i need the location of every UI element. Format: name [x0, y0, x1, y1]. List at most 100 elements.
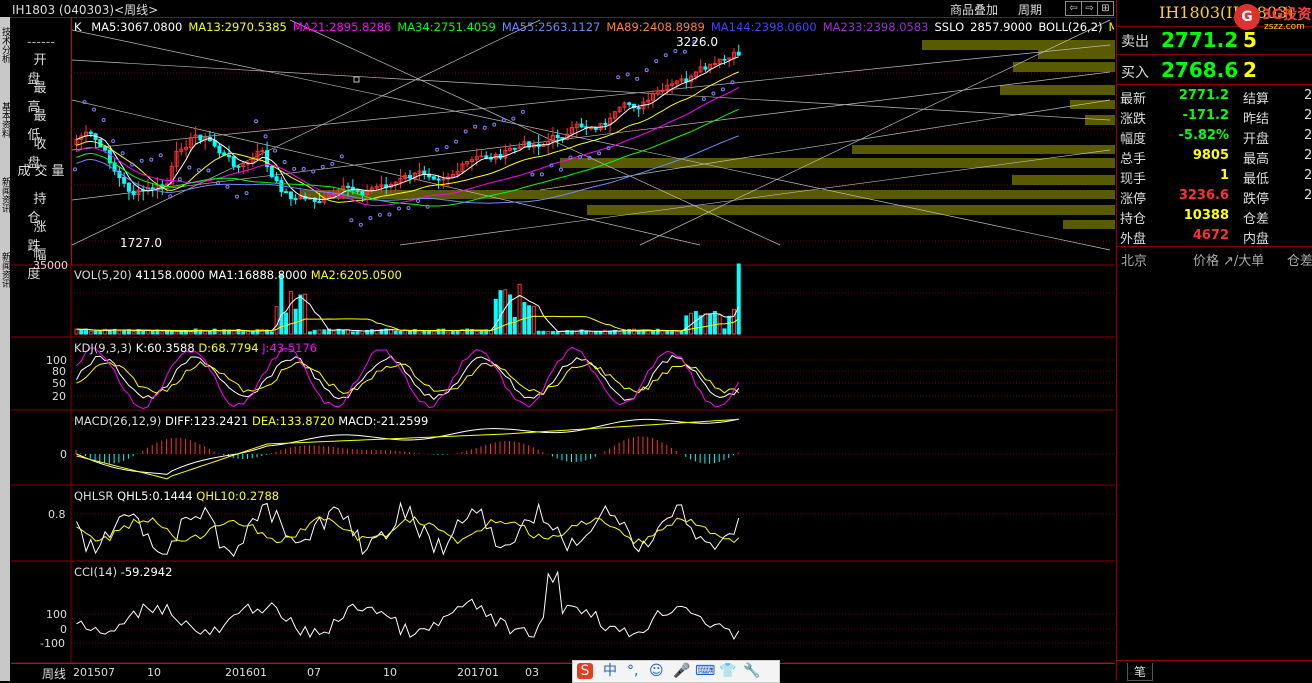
sar-dot — [520, 109, 525, 114]
volume-bar — [122, 330, 127, 335]
candle-body — [555, 134, 560, 139]
vol-value: 41158.0000 — [135, 268, 205, 282]
sar-dot — [92, 107, 97, 112]
tick-10a: 10 — [147, 666, 161, 679]
volume-bar — [317, 329, 322, 335]
candle-body — [236, 165, 241, 168]
vol-axis-label: 35000 — [33, 259, 68, 272]
quote-row: 持仓 10388 仓差 — [1117, 208, 1312, 228]
volume-bar — [250, 331, 255, 335]
macd-value: MACD:-21.2599 — [338, 414, 429, 428]
volume-bar — [512, 316, 517, 335]
volume-bar — [703, 313, 708, 335]
sar-dot — [158, 153, 163, 158]
vol-ma1: MA1:16888.8000 — [208, 268, 308, 282]
punctuation-icon[interactable]: °, — [627, 663, 638, 679]
keyboard-icon[interactable]: ⌨ — [695, 663, 715, 679]
volume-bar — [331, 330, 336, 335]
volume-bar — [536, 330, 541, 335]
volume-profile-bar — [1085, 115, 1115, 125]
ma-legend-item: MA233:2398.0583 — [822, 20, 929, 34]
quote-row-label2: 内盘 — [1243, 232, 1270, 247]
volume-bar — [679, 331, 684, 335]
quote-row-label2: 开盘 — [1243, 132, 1270, 147]
skin-icon[interactable]: 👕 — [719, 663, 736, 679]
volume-bar — [465, 328, 470, 335]
ma-line-13 — [76, 71, 739, 203]
volume-bar — [298, 294, 303, 335]
qhl5: QHL5:0.1444 — [117, 489, 193, 503]
volume-bar — [617, 331, 622, 335]
candle-body — [88, 131, 93, 135]
volume-bar — [341, 329, 346, 335]
ma-legend-item: MA144:2398.0600 — [710, 20, 817, 34]
qhl5-line — [76, 501, 740, 558]
sar-dot — [511, 116, 516, 121]
cci-level-0: 0 — [60, 623, 67, 636]
sar-dot — [473, 124, 478, 129]
vol-title: VOL(5,20) — [74, 268, 132, 282]
qhl-axis-label: 0.8 — [48, 508, 66, 521]
volume-bar — [322, 329, 327, 335]
sogou-logo-icon[interactable]: S — [577, 663, 593, 679]
emoji-icon[interactable]: ☺ — [649, 663, 664, 679]
volume-bar — [84, 328, 89, 335]
sar-dot — [349, 218, 354, 223]
candle-body — [231, 156, 236, 167]
candle-body — [627, 102, 632, 105]
candle-body — [212, 139, 217, 147]
trade-header-oichange: 仓差 — [1287, 254, 1312, 269]
tab-ticks[interactable]: 笔 — [1127, 663, 1153, 681]
volume-bar — [589, 331, 594, 335]
macd-legend: MACD(26,12,9) DIFF:123.2421 DEA:133.8720… — [74, 414, 428, 428]
volume-bar — [355, 331, 360, 335]
sar-dot — [463, 129, 468, 134]
volume-bar — [665, 330, 670, 335]
volume-profile-bar — [1070, 100, 1115, 109]
volume-bar — [427, 330, 432, 335]
volume-bar — [246, 331, 251, 335]
volume-bar — [360, 330, 365, 335]
volume-bar — [293, 308, 298, 335]
cci-legend: CCI(14) -59.2942 — [74, 565, 172, 579]
sar-dot — [454, 139, 459, 144]
microphone-icon[interactable]: 🎤 — [673, 663, 690, 679]
volume-bar — [708, 314, 713, 335]
sar-dot — [444, 145, 449, 150]
sar-dot — [435, 147, 440, 152]
sar-dot — [339, 154, 344, 159]
sar-dot — [254, 119, 259, 124]
kdj-k: K:60.3588 — [135, 341, 195, 355]
sar-dot — [549, 163, 554, 168]
volume-bar — [393, 330, 398, 335]
ime-toolbar[interactable]: S 中 °, ☺ 🎤 ⌨ 👕 🔧 — [572, 660, 780, 683]
kdj-level-50: 50 — [52, 377, 66, 390]
sar-dot — [73, 167, 77, 172]
volume-bar — [650, 331, 655, 335]
volume-bar — [307, 331, 312, 335]
sar-dot — [720, 87, 725, 92]
volume-profile-bar — [560, 158, 1115, 168]
candle-body — [131, 190, 136, 195]
logo-text: 3G投资 — [1262, 7, 1312, 23]
volume-bar — [174, 331, 179, 335]
qhl-legend: QHLSR QHL5:0.1444 QHL10:0.2788 — [74, 489, 279, 503]
time-axis: 周线 201507 10 201601 07 10 201701 03 — [11, 663, 1115, 682]
sar-dot — [330, 161, 335, 166]
candle-body — [589, 127, 594, 130]
sar-dot — [177, 177, 182, 182]
sar-dot — [320, 164, 325, 169]
candle-body — [579, 123, 584, 128]
sar-dot — [311, 169, 316, 174]
tick-10b: 10 — [383, 666, 397, 679]
volume-bar — [203, 330, 208, 335]
quote-row-value: -171.2 — [1182, 108, 1229, 123]
buy-price: 2768.6 — [1161, 58, 1239, 82]
volume-profile-bar — [1000, 85, 1115, 95]
settings-wrench-icon[interactable]: 🔧 — [743, 663, 760, 679]
candle-body — [603, 122, 608, 126]
chinese-mode-icon[interactable]: 中 — [603, 663, 617, 679]
quote-row-value2: 2 — [1304, 108, 1312, 123]
volume-profile-bar — [1063, 220, 1115, 229]
site-logo: G 3G投资 zszz.com — [1234, 0, 1312, 34]
